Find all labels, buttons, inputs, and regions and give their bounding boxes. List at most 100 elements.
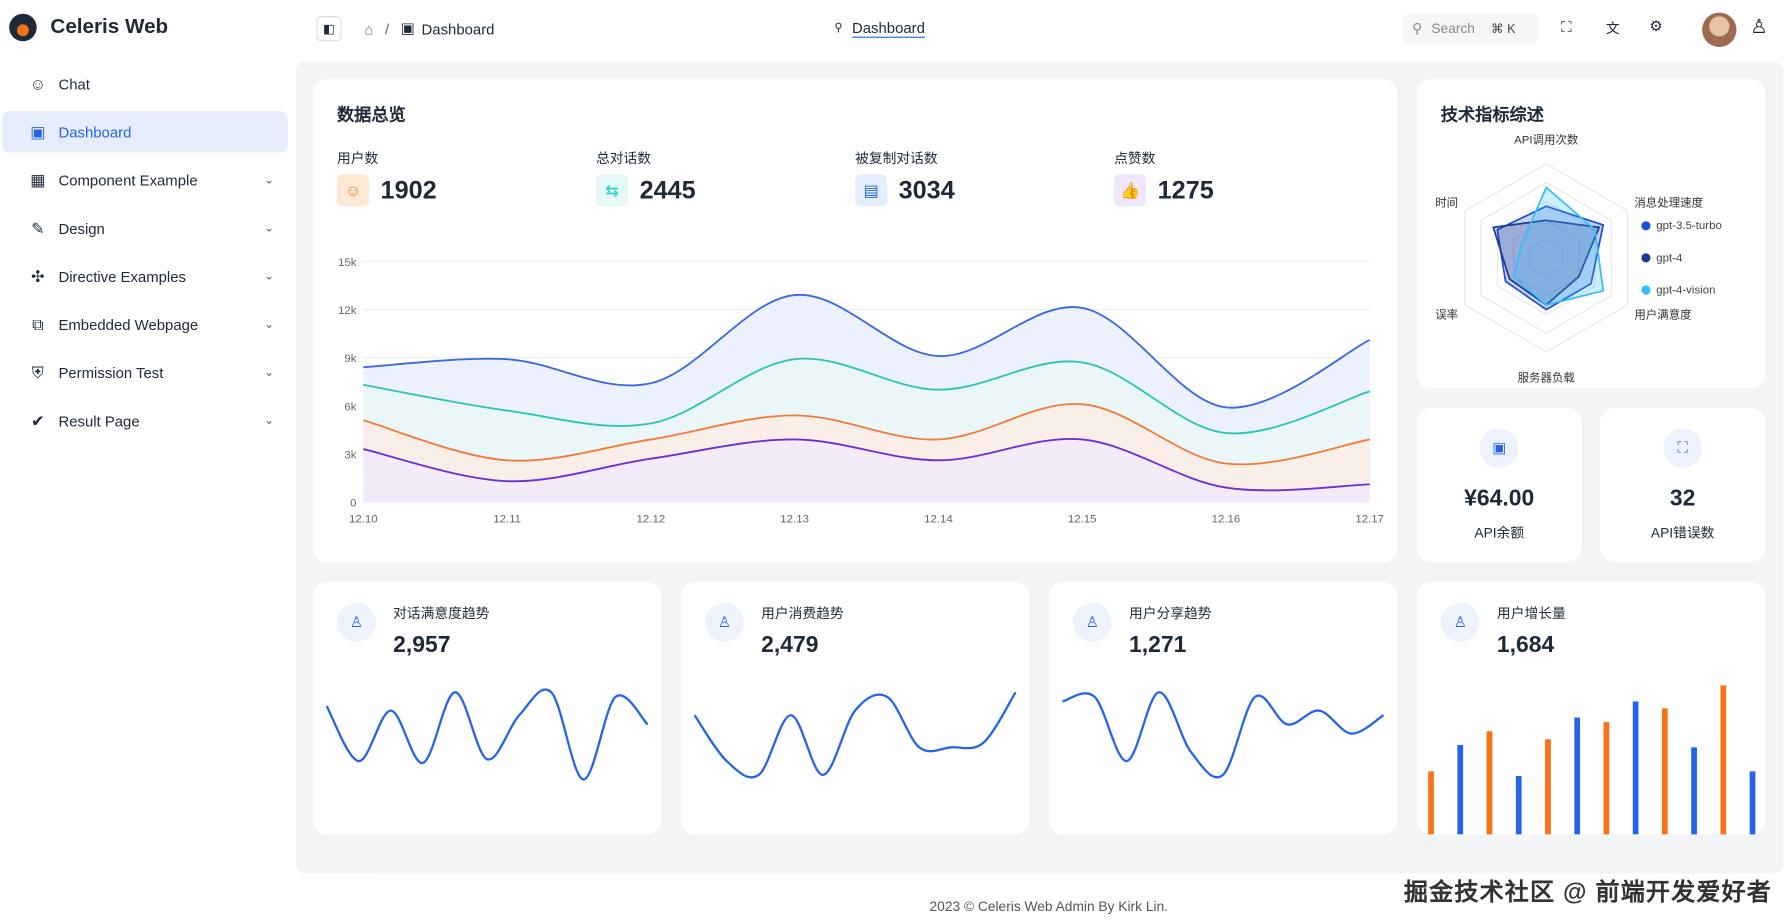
chevron-down-icon[interactable]: ⌄	[264, 318, 274, 331]
sidebar-item-label: Design	[58, 219, 105, 237]
chevron-down-icon[interactable]: ⌄	[264, 174, 274, 187]
sidebar-item-label: Permission Test	[58, 363, 164, 382]
puzzle-icon: ✣	[31, 266, 45, 285]
tab-label: Dashboard	[852, 19, 925, 37]
chevron-down-icon[interactable]: ⌄	[264, 270, 274, 283]
chevron-down-icon[interactable]: ⌄	[264, 222, 274, 235]
radar-indicator-label: 用户满意度	[1634, 308, 1692, 322]
y-tick-label: 12k	[338, 305, 357, 317]
api-stat-value: 32	[1669, 485, 1696, 512]
radar-series	[1512, 185, 1605, 306]
sparkline-chart	[325, 688, 649, 781]
settings-gear-icon[interactable]: ⚙	[1649, 17, 1662, 35]
bar	[1691, 747, 1697, 835]
stat-value: 1275	[1157, 175, 1214, 205]
stat-item: 被复制对话数 ▤ 3034	[855, 148, 955, 207]
breadcrumb: ⌂ / ▣ Dashboard	[364, 19, 494, 37]
trend-card: ♙ 用户分享趋势 1,271	[1048, 582, 1398, 835]
api-stat-card: ⛶ 32 API错误数	[1600, 408, 1766, 562]
sparkline-chart	[1062, 691, 1385, 779]
breadcrumb-separator: /	[384, 20, 390, 38]
design-tools-icon: ✎	[31, 218, 45, 237]
area-chart: 0 3k 6k 9k 12k 15k 12.10 12.11 12.12 12.13 12.14 12…	[338, 257, 1384, 526]
overview-card: 数据总览 用户数 ☺ 1902 总对话数 ⇆ 2445 被复制对话数 ▤ 303…	[312, 79, 1398, 563]
bar	[1545, 739, 1551, 835]
home-icon[interactable]: ⌂	[364, 20, 373, 37]
chat-icon: ☺	[29, 74, 47, 93]
pin-icon: ⚲	[834, 21, 843, 35]
scan-icon: ⛶	[1663, 428, 1703, 468]
wallet-icon: ▣	[1479, 428, 1519, 468]
legend-marker	[1641, 221, 1651, 231]
bar	[1603, 722, 1610, 835]
translate-icon[interactable]: 文	[1606, 18, 1620, 37]
sparkline	[1062, 691, 1385, 779]
trend-card: ♙ 用户消费趋势 2,479	[680, 582, 1030, 835]
api-stat-value: ¥64.00	[1464, 485, 1535, 512]
bar	[1486, 731, 1493, 835]
sidebar-item-permission-test[interactable]: ⛨ Permission Test ⌄	[2, 352, 287, 393]
avatar[interactable]	[1702, 12, 1737, 47]
chevron-down-icon[interactable]: ⌄	[264, 366, 274, 379]
bar	[1632, 701, 1639, 835]
search-icon: ⚲	[1412, 20, 1423, 37]
y-tick-label: 6k	[344, 401, 356, 413]
sidebar-item-dashboard[interactable]: ▣ Dashboard	[2, 111, 288, 153]
fullscreen-icon[interactable]: ⛶	[1561, 18, 1571, 36]
sidebar-item-component-example[interactable]: ▦ Component Example ⌄	[2, 159, 287, 200]
stat-value: 2445	[639, 175, 696, 205]
legend-marker	[1641, 285, 1651, 295]
api-stat-label: API错误数	[1650, 524, 1715, 542]
legend-label[interactable]: gpt-4	[1656, 252, 1683, 264]
chevron-down-icon[interactable]: ⌄	[264, 414, 274, 427]
sidebar-item-label: Embedded Webpage	[58, 315, 199, 333]
legend-label[interactable]: gpt-3.5-turbo	[1656, 220, 1722, 232]
search-input[interactable]: ⚲ Search ⌘ K	[1402, 13, 1539, 44]
x-tick-label: 12.11	[493, 514, 521, 526]
trend-card: ♙ 用户增长量 1,684	[1416, 582, 1766, 835]
y-tick-label: 15k	[338, 257, 357, 269]
breadcrumb-current[interactable]: Dashboard	[422, 20, 495, 37]
sidebar-item-label: Directive Examples	[58, 267, 186, 285]
tab-dashboard[interactable]: ⚲ Dashboard	[834, 19, 924, 36]
sidebar-toggle-button[interactable]: ◧	[316, 16, 342, 42]
user-icon[interactable]: ♙	[1750, 16, 1767, 39]
sidebar-item-design[interactable]: ✎ Design ⌄	[2, 207, 287, 248]
search-placeholder: Search	[1431, 20, 1475, 37]
sidebar-item-directive-examples[interactable]: ✣ Directive Examples ⌄	[2, 256, 287, 297]
app-name: Celeris Web	[50, 14, 169, 38]
stat-item: 总对话数 ⇆ 2445	[596, 148, 696, 207]
bar	[1457, 745, 1464, 835]
radar-indicator-label: 服务器负载	[1518, 371, 1576, 385]
stat-label: 点赞数	[1114, 150, 1156, 167]
sidebar-item-label: Result Page	[58, 412, 140, 430]
bar	[1515, 775, 1522, 835]
message-icon: ▤	[855, 174, 888, 207]
stat-value: 1902	[380, 175, 437, 205]
bar	[1574, 717, 1581, 835]
sparkline-chart	[693, 691, 1017, 779]
bar	[1720, 685, 1727, 835]
shield-icon: ⛨	[31, 362, 44, 382]
watermark: 掘金技术社区 @ 前端开发爱好者	[1403, 879, 1773, 906]
overview-title: 数据总览	[336, 105, 406, 125]
sparkline	[325, 688, 649, 781]
sidebar-item-embedded-webpage[interactable]: ⧉ Embedded Webpage ⌄	[2, 304, 287, 345]
stat-item: 点赞数 👍 1275	[1114, 148, 1214, 207]
sidebar-item-result-page[interactable]: ✔ Result Page ⌄	[2, 400, 287, 441]
legend-label[interactable]: gpt-4-vision	[1656, 284, 1715, 296]
x-tick-label: 12.13	[780, 514, 809, 526]
x-tick-label: 12.15	[1068, 514, 1097, 526]
user-icon: ☺	[336, 174, 370, 207]
api-stat-card: ▣ ¥64.00 API余额	[1416, 408, 1582, 562]
sidebar-item-chat[interactable]: ☺ Chat	[2, 63, 287, 104]
radar-indicator-label: API调用次数	[1514, 132, 1579, 146]
trend-card: ♙ 对话满意度趋势 2,957	[312, 582, 662, 835]
legend-marker	[1641, 253, 1651, 263]
stat-label: 被复制对话数	[855, 150, 938, 167]
stat-label: 总对话数	[596, 150, 652, 167]
sidebar-item-label: Component Example	[58, 171, 198, 189]
x-tick-label: 12.10	[349, 514, 378, 526]
y-tick-label: 3k	[344, 449, 356, 461]
x-tick-label: 12.12	[637, 514, 666, 526]
